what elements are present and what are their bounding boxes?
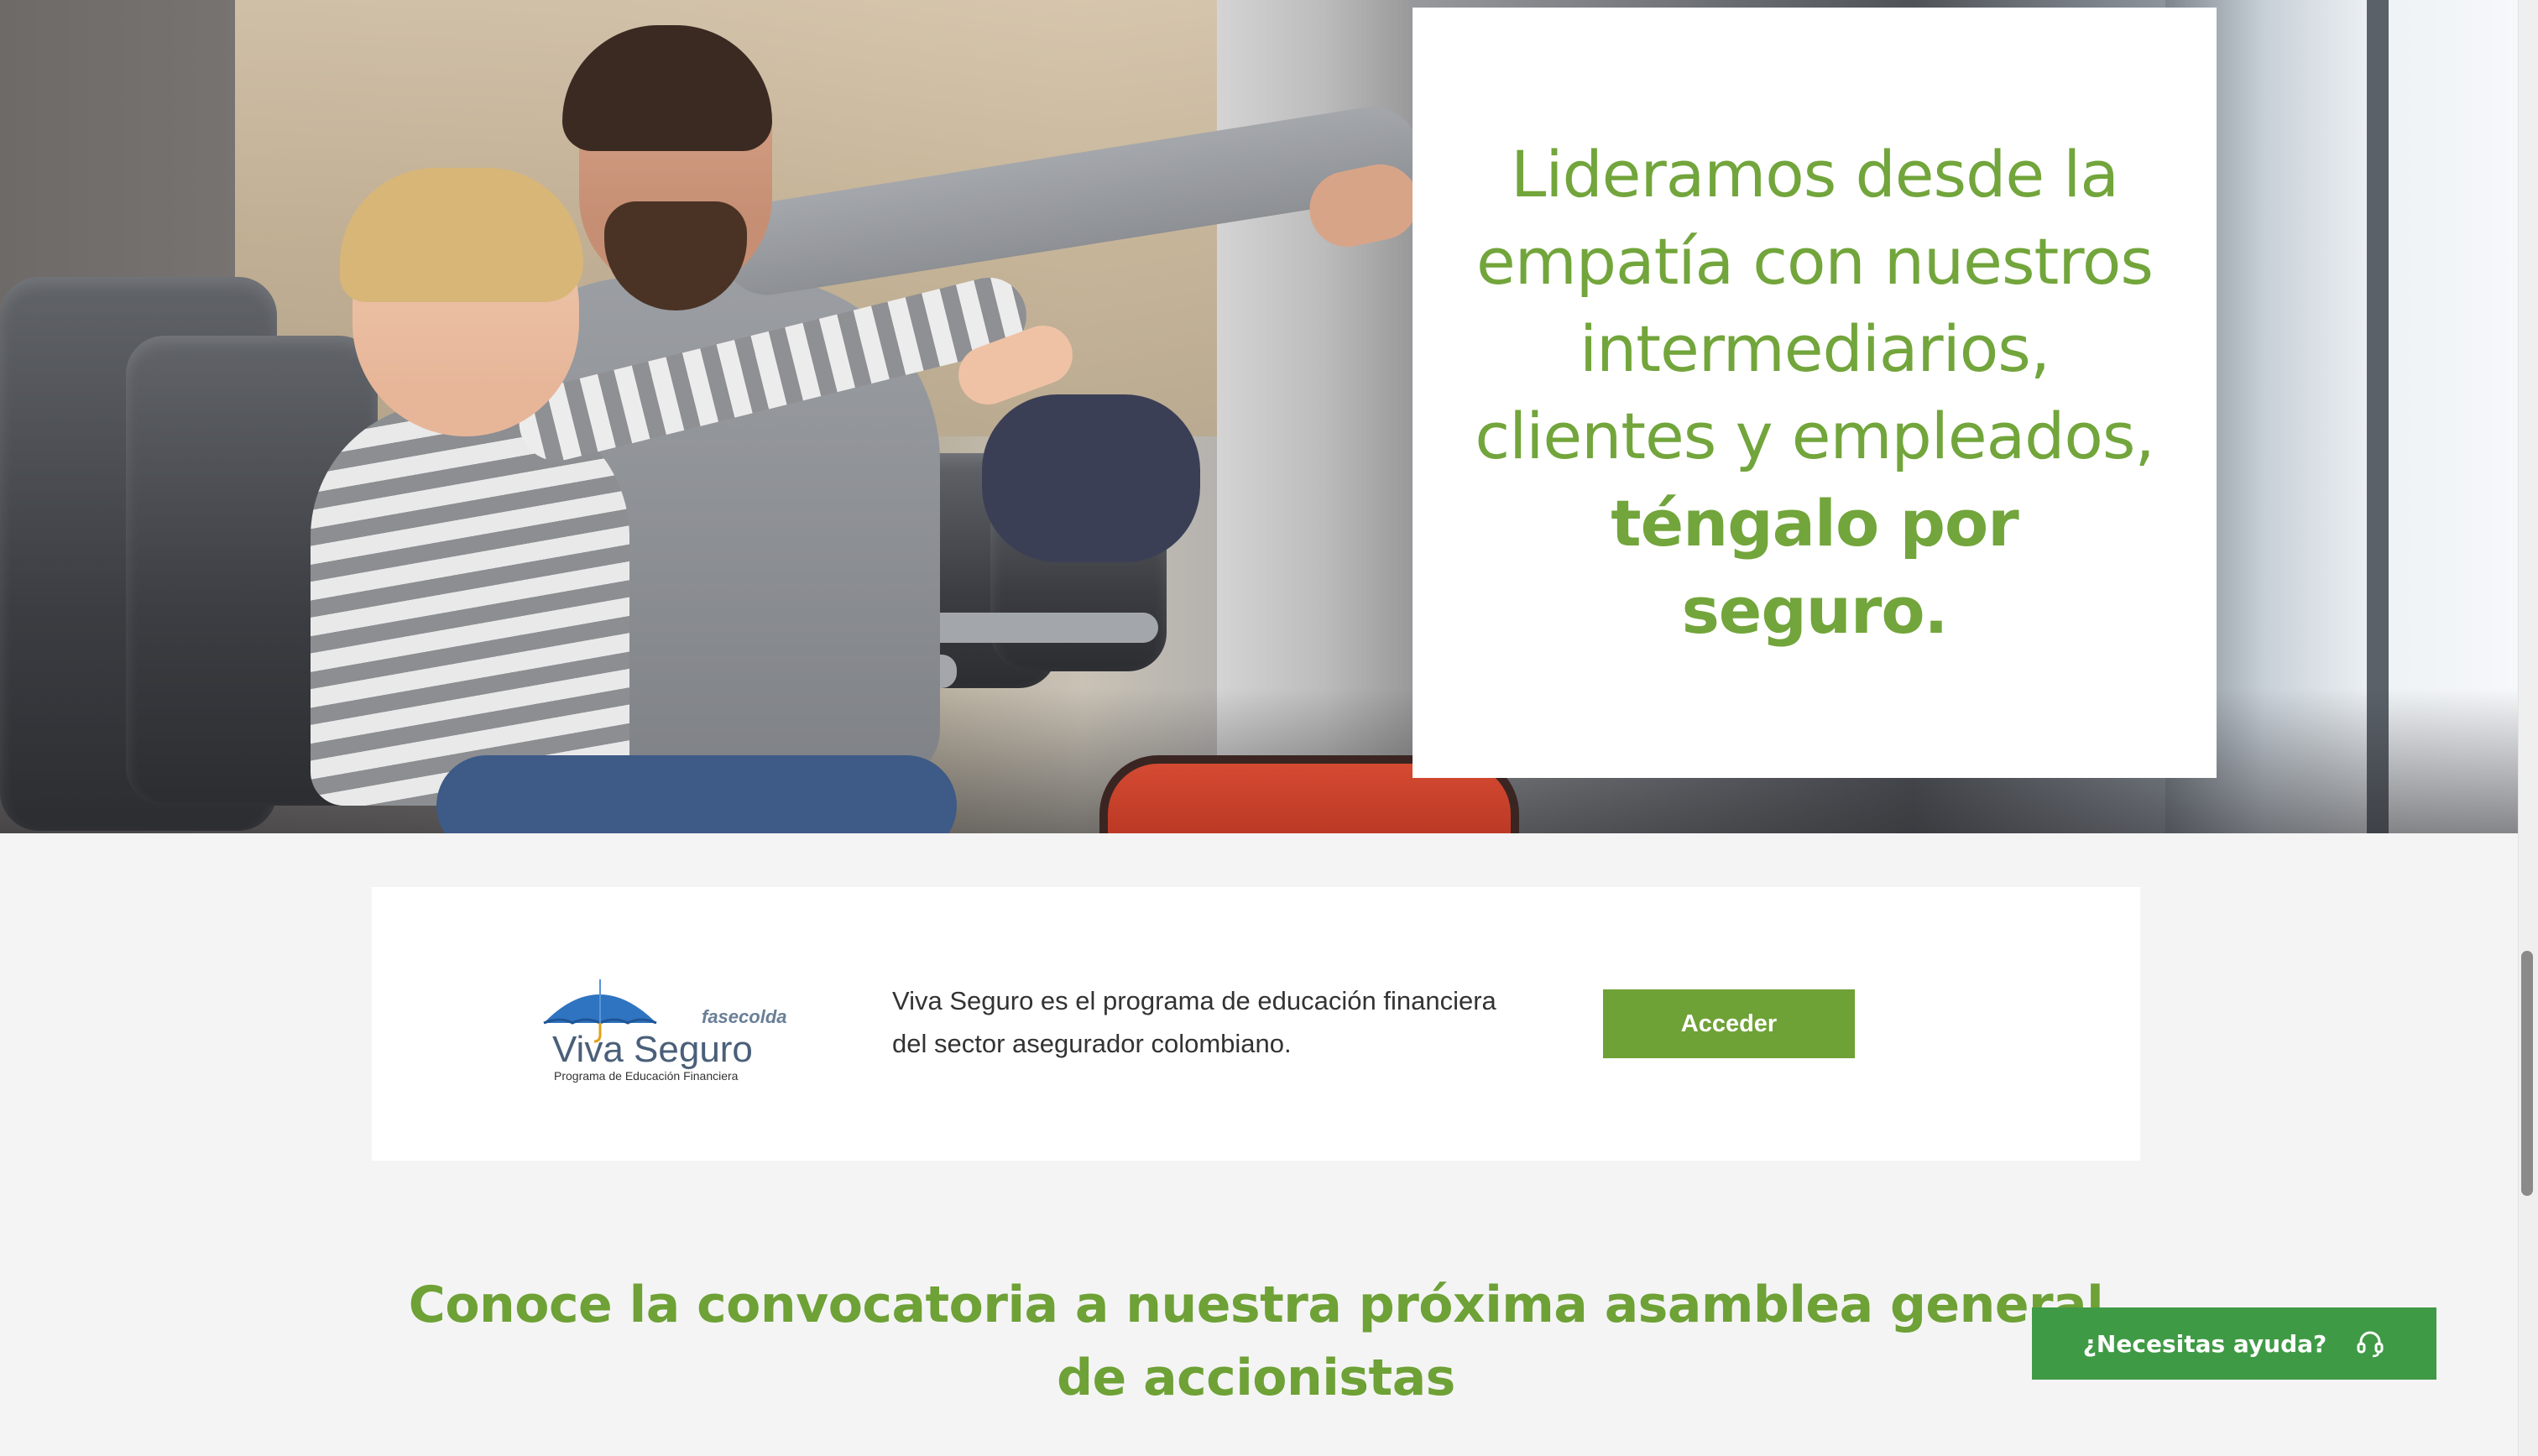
hero-headline-regular: Lideramos desde la empatía con nuestros … xyxy=(1475,137,2154,473)
hero-text-card: Lideramos desde la empatía con nuestros … xyxy=(1413,8,2217,778)
hero-banner: Lideramos desde la empatía con nuestros … xyxy=(0,0,2518,833)
seat-armrest xyxy=(906,613,1158,643)
scrollbar-track[interactable] xyxy=(2518,0,2538,1456)
headset-icon xyxy=(2357,1331,2384,1358)
viva-seguro-description: Viva Seguro es el programa de educación … xyxy=(892,986,1496,1058)
hero-headline-bold: téngalo por seguro. xyxy=(1611,486,2018,648)
page: Lideramos desde la empatía con nuestros … xyxy=(0,0,2538,1456)
hero-headline: Lideramos desde la empatía con nuestros … xyxy=(1471,131,2158,655)
hero-photo-child-body xyxy=(311,403,629,806)
viva-seguro-logo-text: Viva Seguro xyxy=(552,1029,753,1070)
viva-seguro-logo: fasecolda Viva Seguro Programa de Educac… xyxy=(543,979,787,1083)
viva-seguro-card: fasecolda Viva Seguro Programa de Educac… xyxy=(372,887,2140,1161)
scrollbar-thumb[interactable] xyxy=(2521,951,2533,1196)
help-chat-button[interactable]: ¿Necesitas ayuda? xyxy=(2032,1307,2436,1380)
fasecolda-brand: fasecolda xyxy=(702,1006,787,1027)
viva-seguro-logo-tagline: Programa de Educación Financiera xyxy=(554,1069,739,1083)
hero-photo-child-jeans xyxy=(436,755,957,833)
help-button-label: ¿Necesitas ayuda? xyxy=(2082,1329,2327,1358)
hero-photo-background-traveler xyxy=(982,394,1200,562)
hero-photo-child-hair xyxy=(340,168,583,302)
assembly-heading-link[interactable]: Conoce la convocatoria a nuestra próxima… xyxy=(372,1269,2140,1415)
acceder-button[interactable]: Acceder xyxy=(1603,989,1855,1058)
